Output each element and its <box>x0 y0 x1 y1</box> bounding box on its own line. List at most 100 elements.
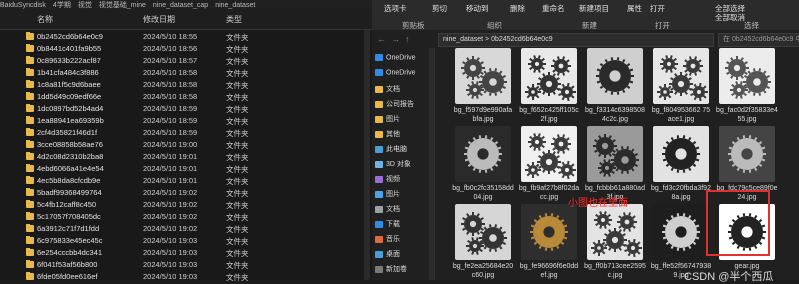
properties-button[interactable]: 属性 <box>627 3 642 14</box>
file-thumbnail[interactable] <box>587 48 643 104</box>
path-crumb[interactable]: BaiduSyncdisk <box>0 2 46 9</box>
forward-icon[interactable]: → <box>391 34 400 44</box>
nav-item[interactable]: 公司报告 <box>375 99 414 109</box>
file-thumbnail[interactable] <box>455 126 511 182</box>
table-row[interactable]: 2cf4d35821f46d1f 2024/5/10 18:59 文件夹 <box>0 127 372 139</box>
path-crumb[interactable]: 4学期 <box>53 2 71 9</box>
row-type: 文件夹 <box>226 45 249 54</box>
move-to-button[interactable]: 移动到 <box>466 3 489 14</box>
row-name: 6c975833e45ec45c <box>37 236 103 245</box>
delete-button[interactable]: 删除 <box>510 3 525 14</box>
rename-button[interactable]: 重命名 <box>542 3 565 14</box>
file-name[interactable]: bg_fe2ea25684e20c60.jpg <box>452 262 514 280</box>
table-row[interactable]: 1dd5d49c09edf66e 2024/5/10 18:58 文件夹 <box>0 91 372 103</box>
table-row[interactable]: 6a3912c71f7d1fdd 2024/5/10 19:02 文件夹 <box>0 223 372 235</box>
file-thumbnail[interactable] <box>587 126 643 182</box>
table-row[interactable]: 5c4fb12caff8c450 2024/5/10 19:02 文件夹 <box>0 199 372 211</box>
table-row[interactable]: 6c975833e45ec45c 2024/5/10 19:03 文件夹 <box>0 235 372 247</box>
table-row[interactable]: 1b41cfa484c3f886 2024/5/10 18:58 文件夹 <box>0 67 372 79</box>
path-crumb[interactable]: nine_dataset <box>215 2 255 9</box>
crumb-folder[interactable]: 0b2452cd6b64e0c9 <box>491 36 553 43</box>
path-crumb[interactable]: 视觉 <box>78 2 92 9</box>
back-icon[interactable]: ← <box>377 34 386 44</box>
nav-item[interactable]: 桌面 <box>375 249 400 259</box>
nav-item[interactable]: 下载 <box>375 219 400 229</box>
crumb-dataset[interactable]: nine_dataset <box>443 36 483 43</box>
new-item-button[interactable]: 新建项目 <box>579 3 609 14</box>
column-name[interactable]: 名称 <box>37 14 53 25</box>
ribbon-tab[interactable]: 选项卡 <box>384 3 407 14</box>
table-row[interactable]: 4d2c08d2310b2ba8 2024/5/10 19:01 文件夹 <box>0 151 372 163</box>
left-column-header: 名称 修改日期 类型 <box>0 9 372 30</box>
file-name[interactable]: bg_f597d9e990afabfa.jpg <box>452 106 514 124</box>
file-thumbnail[interactable] <box>719 48 775 104</box>
row-date: 2024/5/10 19:01 <box>143 176 198 185</box>
file-name[interactable]: bg_ff0b713cee2595c.jpg <box>584 262 646 280</box>
select-none-button[interactable]: 全部取消 <box>715 12 745 23</box>
file-thumbnail[interactable] <box>719 126 775 182</box>
folder-icon <box>26 260 34 268</box>
column-type[interactable]: 类型 <box>226 14 242 25</box>
nav-item[interactable]: 音乐 <box>375 234 400 244</box>
column-date[interactable]: 修改日期 <box>143 14 175 25</box>
table-row[interactable]: 4ebd6066a41e4e54 2024/5/10 19:01 文件夹 <box>0 163 372 175</box>
table-row[interactable]: 0b8441c401fa9b55 2024/5/10 18:56 文件夹 <box>0 43 372 55</box>
nav-item[interactable]: 此电脑 <box>375 144 407 154</box>
address-bar[interactable]: nine_dataset > 0b2452cd6b64e0c9 <box>438 33 714 47</box>
desktop-icon <box>375 250 383 258</box>
nav-item[interactable]: 其他 <box>375 129 400 139</box>
table-row[interactable]: 1ea88941ea69359b 2024/5/10 18:59 文件夹 <box>0 115 372 127</box>
left-path-bar[interactable]: BaiduSyncdisk 4学期 视觉 视觉基础_mine nine_dataset_… <box>0 0 372 9</box>
table-row[interactable]: 5c17057f708405dc 2024/5/10 19:02 文件夹 <box>0 211 372 223</box>
row-name: 5c17057f708405dc <box>37 212 101 221</box>
table-row[interactable]: 3cce08858b58ae76 2024/5/10 19:00 文件夹 <box>0 139 372 151</box>
table-row[interactable]: 0b2452cd6b64e0c9 2024/5/10 18:55 文件夹 <box>0 31 372 43</box>
file-thumbnail[interactable] <box>521 126 577 182</box>
nav-item[interactable]: 视频 <box>375 174 400 184</box>
nav-item-label: 文档 <box>386 86 400 93</box>
nav-item[interactable]: 3D 对象 <box>375 159 411 169</box>
table-row[interactable]: 1c8a81f5c9d6baee 2024/5/10 18:58 文件夹 <box>0 79 372 91</box>
file-name[interactable]: bg_f804953662 75ace1.jpg <box>650 106 712 124</box>
table-row[interactable]: 6f041f53af56b800 2024/5/10 19:03 文件夹 <box>0 259 372 271</box>
file-name[interactable]: bg_fd3c20fbda3f928a.jpg <box>650 184 712 202</box>
file-name[interactable]: bg_fe96696f6e0ddef.jpg <box>518 262 580 280</box>
table-row[interactable]: 4ec5b8da8cfcdb9e 2024/5/10 19:01 文件夹 <box>0 175 372 187</box>
nav-item[interactable]: 文档 <box>375 204 400 214</box>
path-crumb[interactable]: nine_dataset_cap <box>153 2 208 9</box>
file-name[interactable]: bg_f652c425ff105c2f.jpg <box>518 106 580 124</box>
file-thumbnail[interactable] <box>653 126 709 182</box>
open-button[interactable]: 打开 <box>650 3 665 14</box>
nav-item[interactable]: OneDrive <box>375 69 416 76</box>
folder-icon <box>375 115 383 123</box>
search-input[interactable]: 在 0b2452cd6b64e0c9 中搜索 <box>718 33 799 47</box>
table-row[interactable]: 6fde05fd0ee616ef 2024/5/10 19:03 文件夹 <box>0 271 372 283</box>
nav-item[interactable]: 文档 <box>375 84 400 94</box>
left-scrollbar[interactable] <box>364 30 370 280</box>
nav-item[interactable]: 图片 <box>375 114 400 124</box>
table-row[interactable]: 1dc0897bd52b4ad4 2024/5/10 18:59 文件夹 <box>0 103 372 115</box>
table-row[interactable]: 0c89633b222acf87 2024/5/10 18:57 文件夹 <box>0 55 372 67</box>
nav-item-label: 此电脑 <box>386 146 407 153</box>
file-thumbnail[interactable] <box>521 204 577 260</box>
cut-button[interactable]: 剪切 <box>432 3 447 14</box>
up-icon[interactable]: ↑ <box>405 34 410 44</box>
table-row[interactable]: 5badf99368499764 2024/5/10 19:02 文件夹 <box>0 187 372 199</box>
file-thumbnail[interactable] <box>653 204 709 260</box>
nav-item[interactable]: 图片 <box>375 189 400 199</box>
nav-item-label: 其他 <box>386 131 400 138</box>
file-thumbnail[interactable] <box>455 204 511 260</box>
path-crumb[interactable]: 视觉基础_mine <box>99 2 146 9</box>
table-row[interactable]: 6e254cccbb4dc341 2024/5/10 19:03 文件夹 <box>0 247 372 259</box>
nav-scrollbar[interactable] <box>429 48 434 280</box>
file-thumbnail[interactable] <box>521 48 577 104</box>
nav-item[interactable]: 新加卷 <box>375 264 407 274</box>
file-name[interactable]: bg_fb0c2fc35158dd04.jpg <box>452 184 514 202</box>
file-thumbnail[interactable] <box>653 48 709 104</box>
file-name[interactable]: bg_fac0d2f35833e455.jpg <box>716 106 778 124</box>
nav-item[interactable]: OneDrive <box>375 54 416 61</box>
row-type: 文件夹 <box>226 273 249 282</box>
file-name[interactable]: bg_f3314c63985084c2c.jpg <box>584 106 646 124</box>
file-thumbnail[interactable] <box>455 48 511 104</box>
file-thumbnail[interactable] <box>587 204 643 260</box>
